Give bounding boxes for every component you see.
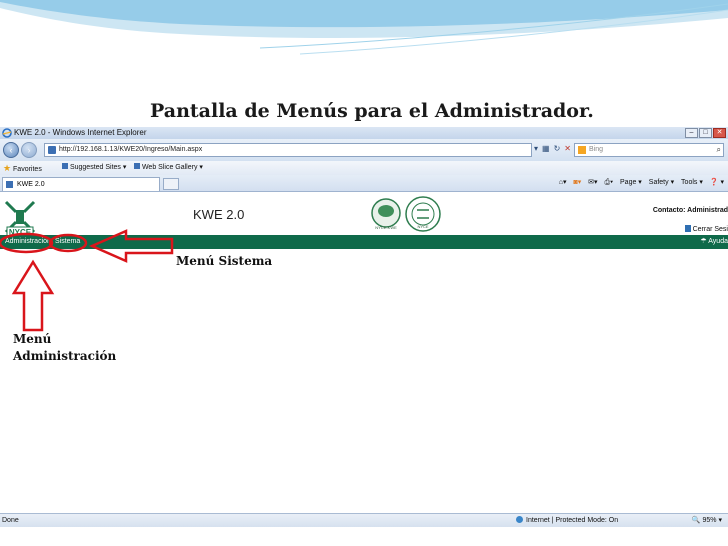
home-icon[interactable]: ⌂▾ (559, 179, 567, 186)
url-text: http://192.168.1.13/KWE20/Ingreso/Main.a… (59, 146, 203, 153)
status-bar: Done Internet | Protected Mode: On 🔍 95%… (0, 513, 728, 527)
menu-sistema[interactable]: Sistema (55, 235, 80, 249)
search-placeholder: Bing (589, 146, 604, 153)
nyce-kwe-seal: NYCE-KWE (371, 198, 401, 230)
star-icon: ★ (3, 163, 12, 173)
favorites-bar: ★ Favorites Suggested Sites ▾ Web Slice … (0, 161, 728, 175)
annotation-menu-admin-line1: Menú (13, 332, 52, 346)
address-bar-row: ‹ › http://192.168.1.13/KWE20/Ingreso/Ma… (0, 139, 728, 161)
compat-view-icon[interactable]: ▦ (542, 144, 550, 153)
annotation-menu-admin-line2: Administración (13, 349, 117, 363)
search-input[interactable]: Bing ⌕ (574, 143, 724, 157)
page-menu[interactable]: Page ▾ (620, 179, 642, 186)
mail-icon[interactable]: ✉▾ (588, 179, 597, 186)
logout-label: Cerrar Sesi (692, 226, 728, 233)
seal-text: NYCE-KWE (375, 225, 397, 230)
nyce-seal: NYCE (405, 196, 441, 232)
annotation-menu-sistema: Menú Sistema (176, 254, 273, 268)
help-label: Ayuda (708, 238, 728, 245)
bing-icon (578, 146, 586, 154)
command-bar: ⌂▾ ◙▾ ✉▾ ⎙▾ Page ▾ Safety ▾ Tools ▾ ❓ ▾ (554, 178, 724, 187)
slide-decoration (0, 0, 728, 55)
page-icon (62, 163, 68, 169)
security-zone: Internet | Protected Mode: On (516, 514, 618, 527)
tab-bar: KWE 2.0 ⌂▾ ◙▾ ✉▾ ⎙▾ Page ▾ Safety ▾ Tool… (0, 175, 728, 192)
new-tab-button[interactable] (163, 178, 179, 190)
zone-label: Internet | Protected Mode: On (526, 517, 619, 524)
app-menu-bar: Administración Sistema ☂ Ayuda (0, 235, 728, 249)
tab-label: KWE 2.0 (17, 181, 45, 188)
suggested-sites-label: Suggested Sites ▾ (69, 164, 127, 171)
tools-menu[interactable]: Tools ▾ (681, 179, 703, 186)
page-icon (6, 181, 13, 188)
contact-text: Contacto: Administrad (652, 207, 728, 214)
back-button[interactable]: ‹ (3, 142, 19, 158)
favorites-label: Favorites (13, 166, 42, 173)
feeds-icon[interactable]: ◙▾ (573, 179, 581, 186)
app-name: KWE 2.0 (193, 207, 245, 222)
page-icon (48, 146, 56, 154)
minimize-button[interactable]: – (685, 128, 698, 138)
zoom-label: 95% (702, 517, 717, 524)
search-icon[interactable]: ⌕ (717, 144, 721, 156)
forward-button[interactable]: › (21, 142, 37, 158)
safety-menu[interactable]: Safety ▾ (649, 179, 674, 186)
menu-administracion[interactable]: Administración (5, 235, 51, 249)
web-slice-gallery-link[interactable]: Web Slice Gallery ▾ (134, 161, 203, 175)
web-slice-gallery-label: Web Slice Gallery ▾ (141, 164, 203, 171)
tab-kwe[interactable]: KWE 2.0 (2, 177, 160, 191)
window-title: KWE 2.0 - Windows Internet Explorer (14, 128, 147, 137)
help-menu[interactable]: ❓ ▾ (710, 179, 724, 186)
maximize-button[interactable]: □ (699, 128, 712, 138)
dropdown-icon[interactable]: ▾ (534, 144, 538, 153)
print-icon[interactable]: ⎙▾ (605, 179, 614, 186)
stop-icon[interactable]: ✕ (564, 144, 571, 153)
web-content: NYCE KWE 2.0 NYCE-KWE NYCE Contacto: Adm… (0, 193, 728, 513)
slide-title: Pantalla de Menús para el Administrador. (150, 100, 594, 122)
refresh-icon[interactable]: ↻ (554, 144, 561, 153)
address-input[interactable]: http://192.168.1.13/KWE20/Ingreso/Main.a… (44, 143, 532, 157)
ie-icon (2, 128, 12, 138)
browser-window: KWE 2.0 - Windows Internet Explorer – □ … (0, 127, 728, 546)
nyce-logo: NYCE (4, 200, 36, 238)
globe-icon (516, 516, 523, 523)
page-icon (134, 163, 140, 169)
suggested-sites-link[interactable]: Suggested Sites ▾ (62, 161, 126, 175)
seal2-text: NYCE (417, 224, 428, 229)
status-text: Done (2, 517, 19, 524)
close-button[interactable]: ✕ (713, 128, 726, 138)
help-link[interactable]: ☂ Ayuda (700, 235, 728, 249)
logout-link[interactable]: Cerrar Sesi (684, 225, 728, 233)
window-titlebar: KWE 2.0 - Windows Internet Explorer – □ … (0, 127, 728, 139)
zoom-control[interactable]: 🔍 95% ▾ (692, 514, 722, 527)
logout-icon (684, 225, 691, 232)
